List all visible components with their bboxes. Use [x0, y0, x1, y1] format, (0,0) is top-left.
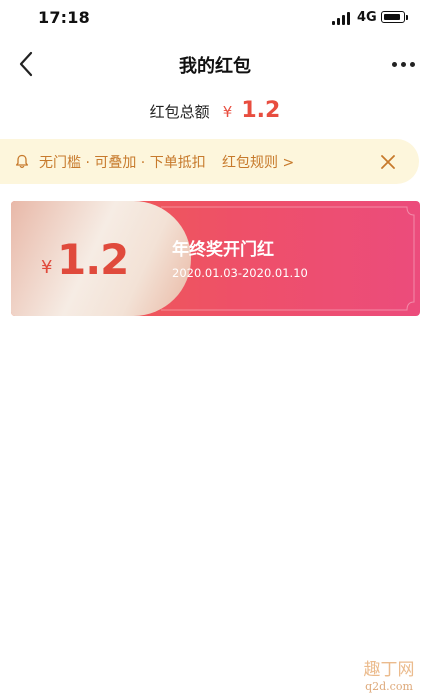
coupon-amount: 1.2: [57, 235, 129, 284]
total-amount: 1.2: [241, 98, 281, 123]
more-button[interactable]: [386, 50, 422, 78]
page-title: 我的红包: [179, 56, 251, 77]
total-label: 红包总额: [149, 103, 210, 121]
status-bar: 17:18 4G: [0, 0, 430, 38]
battery-cap: [406, 15, 408, 20]
battery-icon: [381, 11, 405, 23]
coupon-card[interactable]: ¥ 1.2 年终奖开门红 2020.01.03-2020.01.10: [11, 201, 420, 316]
notice-text: 无门槛 · 可叠加 · 下单抵扣: [39, 155, 206, 171]
more-dots-icon: [392, 62, 397, 67]
rules-link[interactable]: 红包规则 >: [222, 152, 294, 172]
close-icon: [381, 155, 395, 169]
coupon-currency: ¥: [41, 257, 53, 278]
notice-close-button[interactable]: [377, 151, 399, 173]
svg-text:趣丁网: 趣丁网: [364, 660, 415, 680]
coupon-value-panel: ¥ 1.2: [11, 201, 191, 316]
bell-icon: [15, 154, 29, 169]
total-summary: 红包总额 ¥ 1.2: [0, 98, 430, 123]
coupon-validity: 2020.01.03-2020.01.10: [172, 266, 308, 280]
total-currency: ¥: [222, 103, 233, 121]
signal-icon: [332, 12, 352, 25]
coupon-title: 年终奖开门红: [172, 240, 274, 260]
status-time: 17:18: [38, 8, 90, 27]
site-watermark-logo: 趣丁网 q2d.com: [364, 660, 415, 693]
nav-bar: 我的红包: [0, 38, 430, 90]
svg-text:q2d.com: q2d.com: [365, 680, 413, 693]
network-label: 4G: [357, 10, 377, 25]
notice-bar: 无门槛 · 可叠加 · 下单抵扣 红包规则 >: [0, 139, 419, 184]
